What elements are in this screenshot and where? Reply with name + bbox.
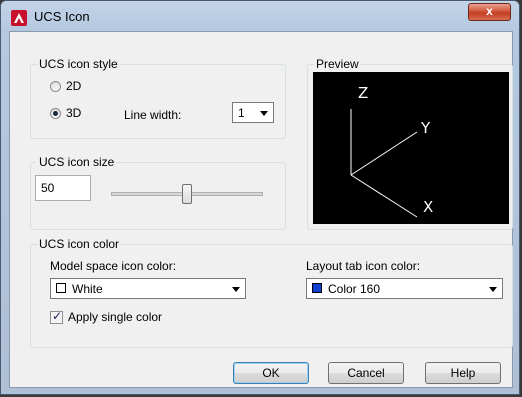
slider-thumb[interactable]	[182, 184, 192, 204]
title-bar[interactable]: UCS Icon x	[1, 1, 519, 33]
z-axis-label: Z	[358, 84, 368, 102]
ucs-icon-style-group: UCS icon style 2D 3D Line width: 1	[30, 57, 286, 139]
model-color-swatch	[56, 283, 66, 293]
ucs-icon-dialog: UCS Icon x UCS icon style 2D 3D Line wid…	[0, 0, 520, 395]
icon-size-input[interactable]: 50	[35, 175, 91, 201]
preview-label: Preview	[314, 57, 361, 71]
apply-single-color-label[interactable]: Apply single color	[68, 310, 162, 324]
line-width-value: 1	[238, 106, 245, 120]
dialog-client-area: UCS icon style 2D 3D Line width: 1 Previ…	[9, 31, 513, 388]
line-width-label: Line width:	[124, 108, 182, 122]
ucs-icon-color-group: UCS icon color Model space icon color: W…	[30, 237, 513, 348]
radio-2d[interactable]	[50, 81, 61, 92]
layout-tab-color-label: Layout tab icon color:	[306, 259, 421, 273]
model-space-color-label: Model space icon color:	[50, 259, 177, 273]
x-axis-line	[350, 174, 418, 218]
cancel-button[interactable]: Cancel	[328, 362, 404, 384]
ucs-icon-color-label: UCS icon color	[37, 237, 122, 251]
x-axis-label: X	[423, 198, 433, 216]
layout-tab-color-select[interactable]: Color 160	[306, 278, 503, 299]
chevron-down-icon	[489, 287, 497, 292]
line-width-select[interactable]: 1	[232, 102, 274, 123]
radio-2d-label[interactable]: 2D	[66, 79, 81, 93]
close-icon: x	[486, 4, 493, 18]
ucs-icon-style-label: UCS icon style	[37, 57, 120, 71]
close-button[interactable]: x	[468, 3, 511, 21]
icon-size-slider[interactable]	[111, 184, 263, 204]
window-title: UCS Icon	[34, 9, 90, 24]
help-button[interactable]: Help	[425, 362, 501, 384]
ucs-icon-size-group: UCS icon size 50	[30, 155, 286, 230]
layout-color-value: Color 160	[328, 282, 381, 296]
radio-3d[interactable]	[50, 108, 61, 119]
ucs-preview-canvas: Z Y X	[313, 72, 509, 224]
chevron-down-icon	[232, 287, 240, 292]
chevron-down-icon	[260, 111, 268, 116]
apply-single-color-checkbox[interactable]	[50, 309, 63, 324]
ucs-icon-size-label: UCS icon size	[37, 155, 117, 169]
model-color-value: White	[72, 282, 103, 296]
y-axis-line	[350, 131, 418, 176]
autocad-logo-icon	[11, 10, 27, 26]
ok-button[interactable]: OK	[233, 362, 309, 384]
model-space-color-select[interactable]: White	[50, 278, 246, 299]
preview-group: Preview Z Y X	[307, 57, 513, 230]
y-axis-label: Y	[420, 119, 431, 137]
layout-color-swatch	[312, 283, 322, 293]
radio-3d-label[interactable]: 3D	[66, 106, 81, 120]
